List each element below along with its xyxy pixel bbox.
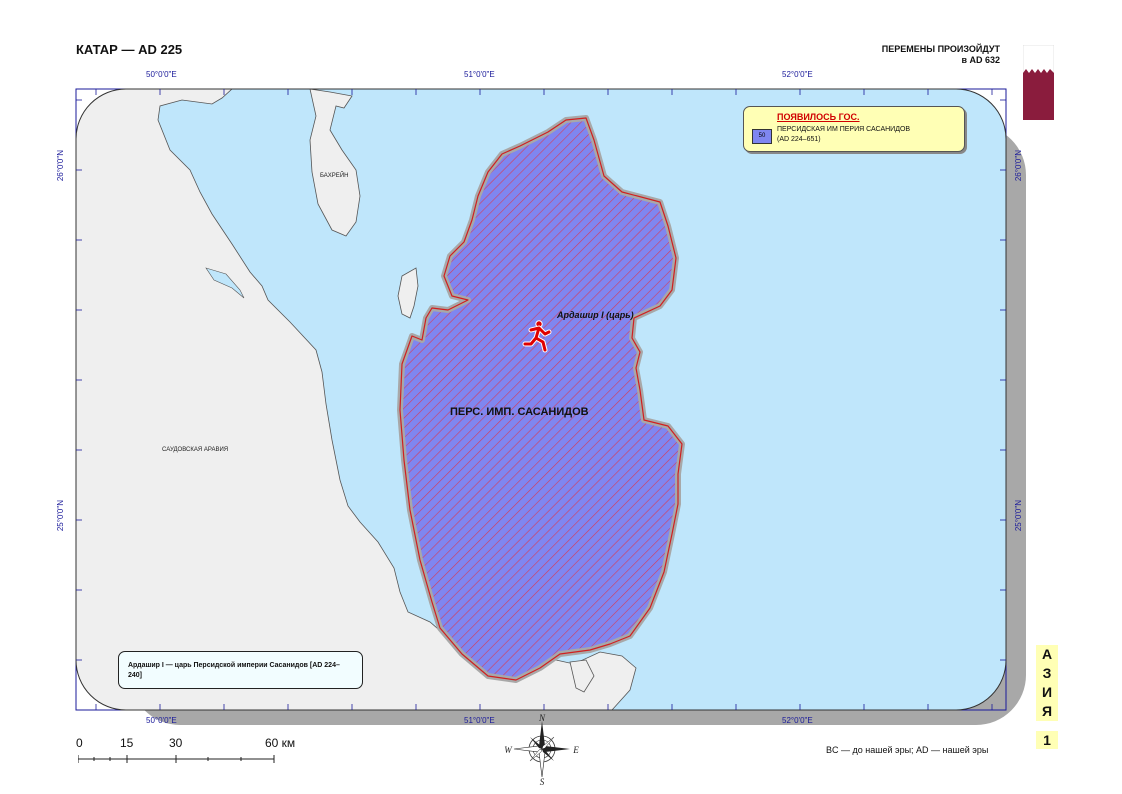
legend-heading: ПОЯВИЛОСЬ ГОС. xyxy=(777,112,860,122)
ruler-note-text: Ардашир I — царь Персидской империи Саса… xyxy=(128,662,340,679)
region-letter-1: А xyxy=(1041,646,1053,662)
coord-top-50e: 50°0'0"E xyxy=(146,70,177,79)
label-saudi-arabia: САУДОВСКАЯ АРАВИЯ xyxy=(162,447,229,453)
label-sasanid-empire: ПЕРС. ИМП. САСАНИДОВ xyxy=(450,406,589,418)
svg-text:W: W xyxy=(504,745,513,755)
svg-text:N: N xyxy=(538,713,546,723)
region-letter-2: З xyxy=(1042,665,1052,681)
coord-right-26n: 26°0'0"N xyxy=(1014,150,1023,182)
coord-bottom-50e: 50°0'0"E xyxy=(146,716,177,725)
legend-swatch: 50 xyxy=(752,129,772,144)
scale-label-30: 30 xyxy=(169,736,183,750)
page-number: 1 xyxy=(1036,731,1058,749)
coord-left-26n: 26°0'0"N xyxy=(56,150,65,182)
legend-entry-name: ПЕРСИДСКАЯ ИМ ПЕРИЯ САСАНИДОВ xyxy=(777,126,911,133)
coord-left-25n: 25°0'0"N xyxy=(56,500,65,532)
coord-right-25n: 25°0'0"N xyxy=(1014,500,1023,532)
scale-bar-line xyxy=(78,755,275,763)
era-footnote: BC — до нашей эры; AD — нашей эры xyxy=(826,745,989,755)
ruler-note-box: Ардашир I — царь Персидской империи Саса… xyxy=(118,651,363,689)
legend-box: ПОЯВИЛОСЬ ГОС. 50 ПЕРСИДСКАЯ ИМ ПЕРИЯ СА… xyxy=(743,106,965,152)
scale-label-15: 15 xyxy=(120,736,134,750)
label-ruler: Ардашир I (царь) xyxy=(557,310,634,320)
coord-top-52e: 52°0'0"E xyxy=(782,70,813,79)
label-bahrain: БАХРЕЙН xyxy=(320,173,349,179)
region-tab-asia[interactable]: А З И Я xyxy=(1036,645,1058,721)
scale-label-0: 0 xyxy=(76,736,83,750)
scale-label-60: 60 км xyxy=(265,736,296,750)
region-letter-4: Я xyxy=(1041,703,1053,719)
region-letter-3: И xyxy=(1041,684,1053,700)
scale-bar: 0 15 30 60 км xyxy=(76,736,306,766)
legend-entry-dates: (AD 224–651) xyxy=(777,136,821,143)
coord-bottom-51e: 51°0'0"E xyxy=(464,716,495,725)
coord-top-51e: 51°0'0"E xyxy=(464,70,495,79)
coord-bottom-52e: 52°0'0"E xyxy=(782,716,813,725)
svg-text:S: S xyxy=(540,777,545,787)
svg-text:E: E xyxy=(572,745,579,755)
